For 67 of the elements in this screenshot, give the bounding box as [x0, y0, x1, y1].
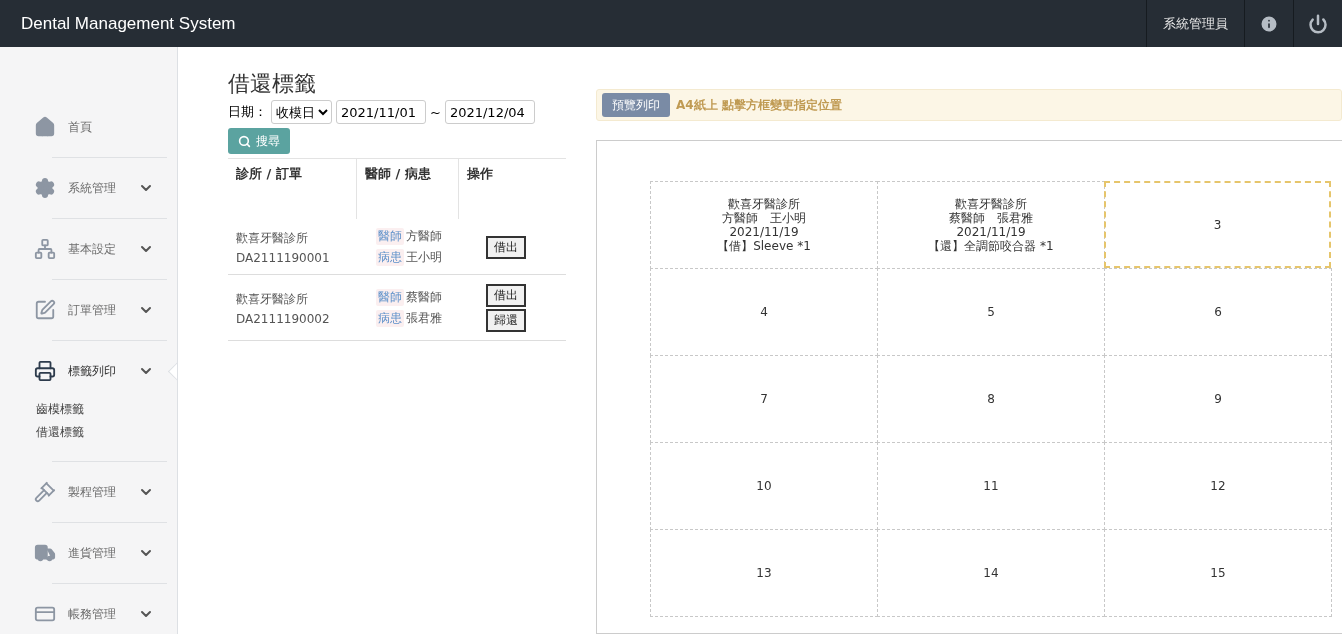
date-type-select[interactable]: 收模日 — [271, 100, 332, 124]
submenu-link[interactable]: 借還標籤 — [36, 424, 167, 441]
app-title: Dental Management System — [20, 12, 237, 35]
printer-icon — [34, 360, 56, 382]
nav-item[interactable]: 製程管理 — [34, 462, 167, 522]
label-text: 歡喜牙醫診所 方醫師 王小明 2021/11/19 【借】Sleeve *1 — [717, 197, 811, 253]
clinic-name: 歡喜牙醫診所 — [236, 229, 309, 247]
label-slot[interactable]: 3 — [1104, 181, 1331, 268]
slot-number: 11 — [983, 479, 999, 493]
slot-number: 13 — [756, 566, 772, 580]
start-date-field[interactable]: 2021/11/01 — [336, 100, 426, 124]
nav-item[interactable]: 首頁 — [34, 97, 167, 157]
action-button[interactable]: 借出 — [486, 284, 526, 307]
range-separator: ~ — [430, 104, 441, 120]
label-slot[interactable]: 15 — [1104, 529, 1332, 617]
order-number: DA2111190002 — [236, 311, 331, 326]
patient-name: 王小明 — [406, 249, 442, 266]
label-slot[interactable]: 13 — [650, 529, 878, 617]
slot-number: 4 — [760, 305, 768, 319]
patient-tag: 病患 — [376, 310, 404, 327]
label-slot[interactable]: 歡喜牙醫診所 方醫師 王小明 2021/11/19 【借】Sleeve *1 — [650, 181, 878, 269]
slot-number: 12 — [1210, 479, 1226, 493]
doctor-tag: 醫師 — [376, 228, 404, 245]
nav-item[interactable]: 標籤列印 — [34, 341, 167, 401]
power-icon — [1308, 13, 1328, 34]
nav-item[interactable]: 帳務管理 — [34, 584, 167, 634]
clinic-name: 歡喜牙醫診所 — [236, 290, 309, 308]
nav-item[interactable]: 訂單管理 — [34, 280, 167, 340]
column-header: 醫師 / 病患 — [356, 159, 458, 219]
action-button[interactable]: 歸還 — [486, 309, 526, 332]
info-icon — [1259, 13, 1279, 34]
end-date-field[interactable]: 2021/12/04 — [444, 100, 535, 124]
patient-tag: 病患 — [376, 249, 404, 266]
user-name[interactable]: 系統管理員 — [1146, 0, 1244, 47]
submenu-link[interactable]: 齒模標籤 — [36, 401, 167, 418]
patient-name: 張君雅 — [406, 310, 442, 327]
slot-number: 14 — [983, 566, 999, 580]
home-icon — [34, 116, 56, 138]
doctor-tag: 醫師 — [376, 289, 404, 306]
label-slot[interactable]: 6 — [1104, 268, 1332, 356]
column-header: 操作 — [458, 159, 566, 219]
label-text: 歡喜牙醫診所 蔡醫師 張君雅 2021/11/19 【還】全調節咬合器 *1 — [928, 197, 1054, 253]
slot-number: 5 — [987, 305, 995, 319]
page-title: 借還標籤 — [228, 70, 317, 98]
sitemap-icon — [34, 238, 56, 260]
slot-number: 15 — [1210, 566, 1226, 580]
nav-item[interactable]: 進貨管理 — [34, 523, 167, 583]
column-header: 診所 / 訂單 — [235, 165, 303, 183]
nav-item[interactable]: 基本設定 — [34, 219, 167, 279]
slot-number: 6 — [1214, 305, 1222, 319]
action-button[interactable]: 借出 — [486, 235, 526, 259]
doctor-name: 方醫師 — [406, 228, 442, 245]
truck-icon — [34, 542, 56, 564]
gavel-icon — [34, 481, 56, 503]
slot-number: 9 — [1214, 392, 1222, 406]
nav-item[interactable]: 系統管理 — [34, 158, 167, 218]
slot-number: 3 — [1213, 217, 1222, 232]
date-label: 日期： — [228, 103, 267, 121]
print-hint: A4紙上 點擊方框變更指定位置 — [676, 96, 842, 114]
slot-number: 8 — [987, 392, 995, 406]
search-icon — [238, 134, 251, 148]
order-number: DA2111190001 — [236, 250, 331, 265]
slot-number: 7 — [760, 392, 768, 406]
slot-number: 10 — [756, 479, 772, 493]
edit-icon — [34, 299, 56, 321]
gear-icon — [34, 177, 56, 199]
doctor-name: 蔡醫師 — [406, 289, 442, 306]
